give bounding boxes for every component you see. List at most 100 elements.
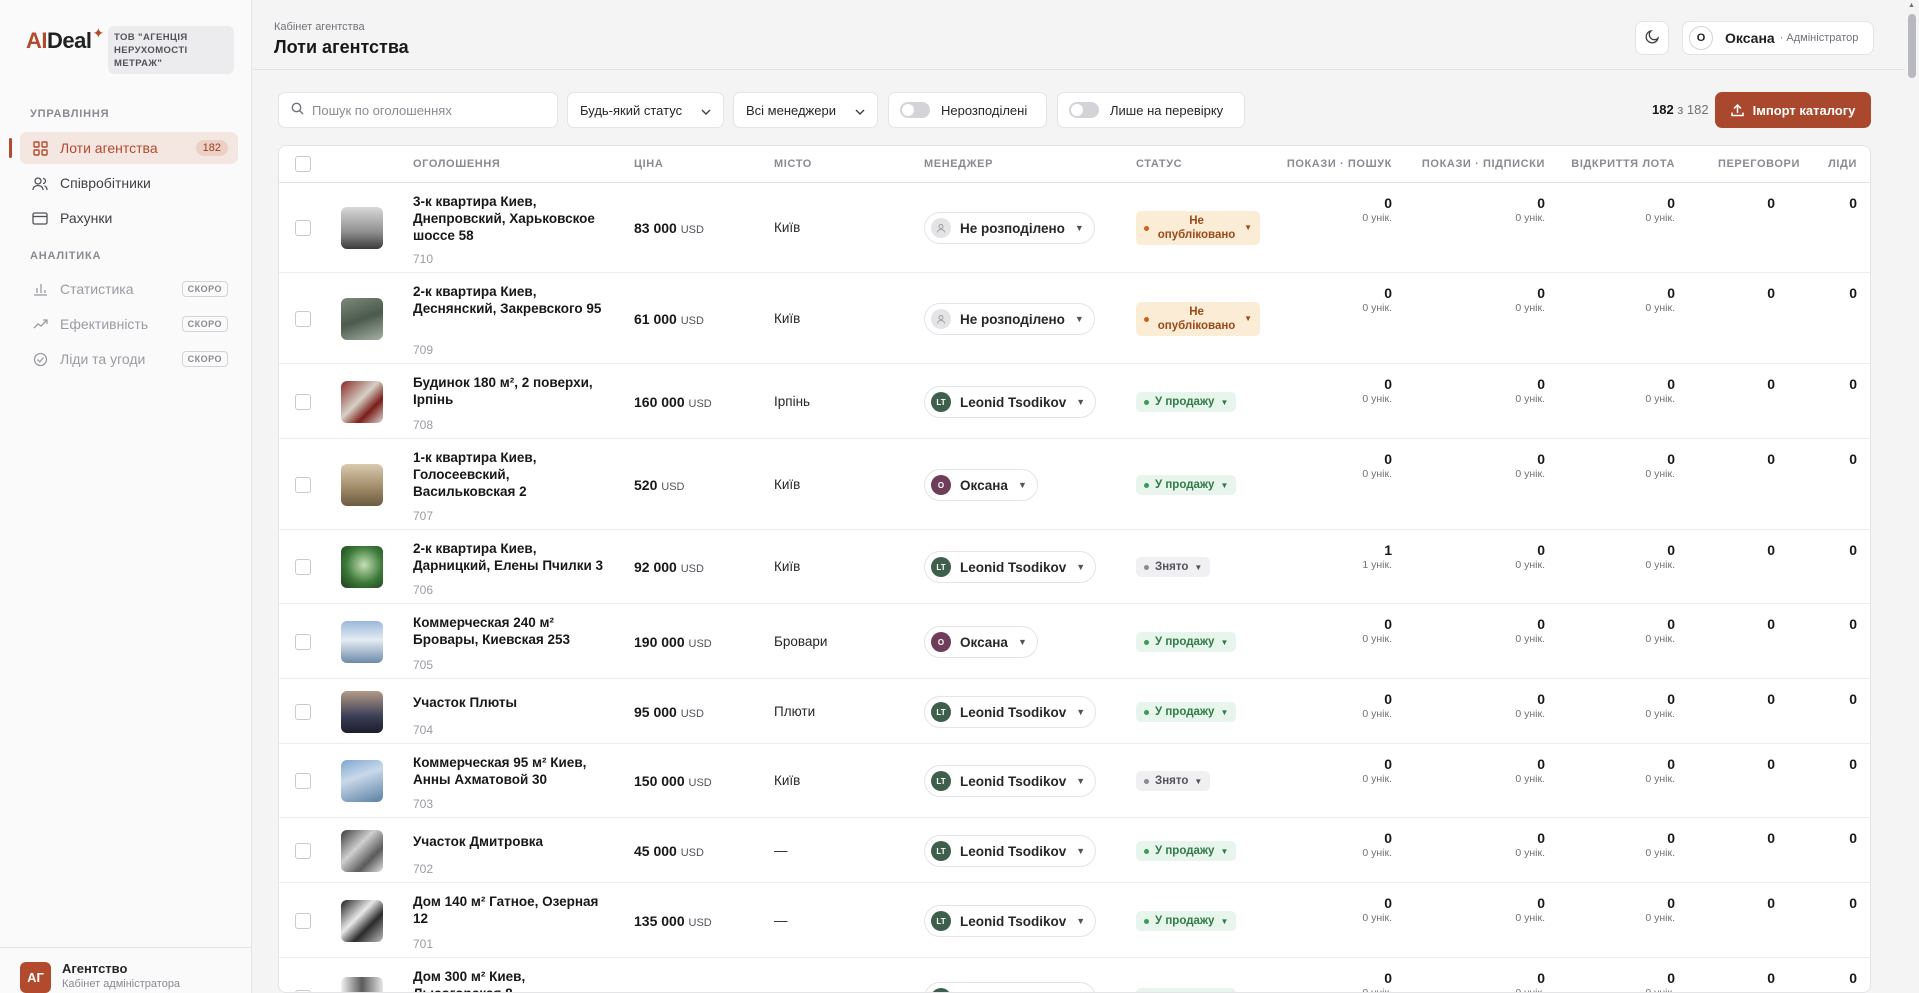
sidebar-item-leads[interactable]: Ліди та угоди СКОРО xyxy=(20,343,238,375)
listing-title[interactable]: 2-к квартира Киев, Дарницкий, Елены Пчил… xyxy=(413,540,611,574)
listing-title[interactable]: Будинок 180 м², 2 поверхи, Ірпінь xyxy=(413,374,611,408)
table-row[interactable]: Коммерческая 95 м² Киев, Анны Ахматовой … xyxy=(279,744,1870,818)
manager-select[interactable]: Не розподілено ▼ xyxy=(924,212,1095,244)
listing-title[interactable]: 3-к квартира Киев, Днепровский, Харьковс… xyxy=(413,193,611,244)
column-city[interactable]: МІСТО xyxy=(774,158,812,170)
sidebar-item-invoices[interactable]: Рахунки xyxy=(20,202,238,234)
column-leads[interactable]: ЛІДИ xyxy=(1828,158,1857,170)
listing-thumbnail[interactable] xyxy=(341,381,383,423)
manager-select[interactable]: LTLeonid Tsodikov▼ xyxy=(924,835,1097,867)
select-all-checkbox[interactable] xyxy=(295,156,311,172)
theme-toggle-button[interactable] xyxy=(1635,21,1669,55)
toggle-switch[interactable] xyxy=(900,102,930,118)
user-menu[interactable]: О Оксана · Адміністратор xyxy=(1682,21,1874,55)
listing-thumbnail[interactable] xyxy=(341,760,383,802)
row-checkbox[interactable] xyxy=(295,220,311,236)
column-negotiations[interactable]: ПЕРЕГОВОРИ xyxy=(1718,158,1800,170)
status-select[interactable]: У продажу▼ xyxy=(1136,841,1237,861)
listing-thumbnail[interactable] xyxy=(341,546,383,588)
status-select[interactable]: У продажу▼ xyxy=(1136,632,1237,652)
listing-title[interactable]: Участок Дмитровка xyxy=(413,833,611,850)
breadcrumb[interactable]: Кабінет агентства xyxy=(274,21,365,33)
table-row[interactable]: 1-к квартира Киев, Голосеевский, Васильк… xyxy=(279,439,1870,530)
listing-thumbnail[interactable] xyxy=(341,691,383,733)
table-row[interactable]: 2-к квартира Киев, Деснянский, Закревско… xyxy=(279,273,1870,364)
listing-title[interactable]: 1-к квартира Киев, Голосеевский, Васильк… xyxy=(413,449,611,500)
toggle-switch[interactable] xyxy=(1069,102,1099,118)
app-logo[interactable]: AIDeal ✦ xyxy=(26,25,104,54)
column-listing[interactable]: ОГОЛОШЕННЯ xyxy=(413,158,500,170)
row-checkbox[interactable] xyxy=(295,704,311,720)
table-row[interactable]: Участок Дмитровка 702 45 000 USD — LT Leo… xyxy=(279,818,1870,883)
row-checkbox[interactable] xyxy=(295,843,311,859)
manager-select[interactable]: LTLeonid Tsodikov▼ xyxy=(924,982,1097,992)
listing-title[interactable]: Участок Плюты xyxy=(413,694,611,711)
column-manager[interactable]: МЕНЕДЖЕР xyxy=(924,158,993,170)
manager-select[interactable]: LTLeonid Tsodikov▼ xyxy=(924,905,1097,937)
table-row[interactable]: 3-к квартира Киев, Днепровский, Харьковс… xyxy=(279,183,1870,273)
status-select[interactable]: У продажу▼ xyxy=(1136,988,1237,992)
column-status[interactable]: СТАТУС xyxy=(1136,158,1182,170)
status-select[interactable]: Знято ▼ xyxy=(1136,771,1211,791)
status-filter-select[interactable]: Будь-який статус xyxy=(567,92,724,128)
status-select[interactable]: У продажу▼ xyxy=(1136,911,1237,931)
listing-thumbnail[interactable] xyxy=(341,464,383,506)
sidebar-item-statistics[interactable]: Статистика СКОРО xyxy=(20,273,238,305)
listing-thumbnail[interactable] xyxy=(341,977,383,992)
scroll-up-icon[interactable]: ▲ xyxy=(1908,2,1916,10)
manager-select[interactable]: О Оксана ▼ xyxy=(924,626,1038,658)
listing-thumbnail[interactable] xyxy=(341,900,383,942)
listing-title[interactable]: Дом 300 м² Киев, Лысогорская 8 xyxy=(413,968,611,992)
sidebar-item-efficiency[interactable]: Ефективність СКОРО xyxy=(20,308,238,340)
status-select[interactable]: Не опубліковано ▼ xyxy=(1136,211,1260,245)
listing-title[interactable]: Коммерческая 95 м² Киев, Анны Ахматовой … xyxy=(413,754,611,788)
scrollbar-thumb[interactable] xyxy=(1908,14,1916,78)
soon-badge: СКОРО xyxy=(181,316,228,332)
listing-thumbnail[interactable] xyxy=(341,298,383,340)
manager-select[interactable]: О Оксана ▼ xyxy=(924,469,1038,501)
sidebar-footer[interactable]: АГ Агентство Кабінет адміністратора xyxy=(0,947,252,993)
search-box[interactable] xyxy=(278,92,558,128)
manager-select[interactable]: Не розподілено ▼ xyxy=(924,303,1095,335)
row-checkbox[interactable] xyxy=(295,913,311,929)
column-price[interactable]: ЦІНА xyxy=(634,158,663,170)
status-select[interactable]: У продажу▼ xyxy=(1136,475,1237,495)
search-input[interactable] xyxy=(312,102,542,118)
column-views-subscriptions[interactable]: ПОКАЗИ · ПІДПИСКИ xyxy=(1422,158,1545,170)
row-checkbox[interactable] xyxy=(295,773,311,789)
listing-thumbnail[interactable] xyxy=(341,830,383,872)
listing-title[interactable]: 2-к квартира Киев, Деснянский, Закревско… xyxy=(413,283,611,317)
row-checkbox[interactable] xyxy=(295,634,311,650)
table-row[interactable]: Дом 140 м² Гатное, Озерная 12 701 135 00… xyxy=(279,883,1870,958)
review-only-toggle[interactable]: Лише на перевірку xyxy=(1057,92,1245,128)
unassigned-toggle[interactable]: Нерозподілені xyxy=(888,92,1047,128)
row-checkbox[interactable] xyxy=(295,394,311,410)
manager-select[interactable]: LTLeonid Tsodikov▼ xyxy=(924,386,1097,418)
listing-title[interactable]: Дом 140 м² Гатное, Озерная 12 xyxy=(413,893,611,927)
row-checkbox[interactable] xyxy=(295,311,311,327)
manager-filter-select[interactable]: Всі менеджери xyxy=(733,92,878,128)
manager-select[interactable]: LTLeonid Tsodikov▼ xyxy=(924,765,1097,797)
status-select[interactable]: Не опубліковано ▼ xyxy=(1136,302,1260,336)
manager-select[interactable]: LTLeonid Tsodikov▼ xyxy=(924,696,1097,728)
row-checkbox[interactable] xyxy=(295,477,311,493)
status-select[interactable]: У продажу▼ xyxy=(1136,392,1237,412)
column-views-search[interactable]: ПОКАЗИ · ПОШУК xyxy=(1287,158,1392,170)
table-row[interactable]: Участок Плюты 704 95 000 USD Плюти LT Leo… xyxy=(279,679,1870,744)
manager-select[interactable]: LTLeonid Tsodikov▼ xyxy=(924,551,1097,583)
page-scrollbar[interactable]: ▲ xyxy=(1905,0,1919,993)
column-lot-opens[interactable]: ВІДКРИТТЯ ЛОТА xyxy=(1571,158,1675,170)
listing-thumbnail[interactable] xyxy=(341,207,383,249)
status-select[interactable]: Знято ▼ xyxy=(1136,557,1211,577)
row-checkbox[interactable] xyxy=(295,559,311,575)
status-select[interactable]: У продажу▼ xyxy=(1136,702,1237,722)
table-row[interactable]: Дом 300 м² Киев, Лысогорская 8 430 000 U… xyxy=(279,958,1870,992)
table-row[interactable]: Будинок 180 м², 2 поверхи, Ірпінь 708 16… xyxy=(279,364,1870,439)
listing-thumbnail[interactable] xyxy=(341,621,383,663)
import-catalog-button[interactable]: Імпорт каталогу xyxy=(1715,92,1871,128)
table-row[interactable]: 2-к квартира Киев, Дарницкий, Елены Пчил… xyxy=(279,530,1870,604)
table-row[interactable]: Коммерческая 240 м² Бровары, Киевская 25… xyxy=(279,604,1870,679)
sidebar-item-lots[interactable]: Лоти агентства 182 xyxy=(20,132,238,164)
listing-title[interactable]: Коммерческая 240 м² Бровары, Киевская 25… xyxy=(413,614,611,648)
sidebar-item-employees[interactable]: Співробітники xyxy=(20,167,238,199)
